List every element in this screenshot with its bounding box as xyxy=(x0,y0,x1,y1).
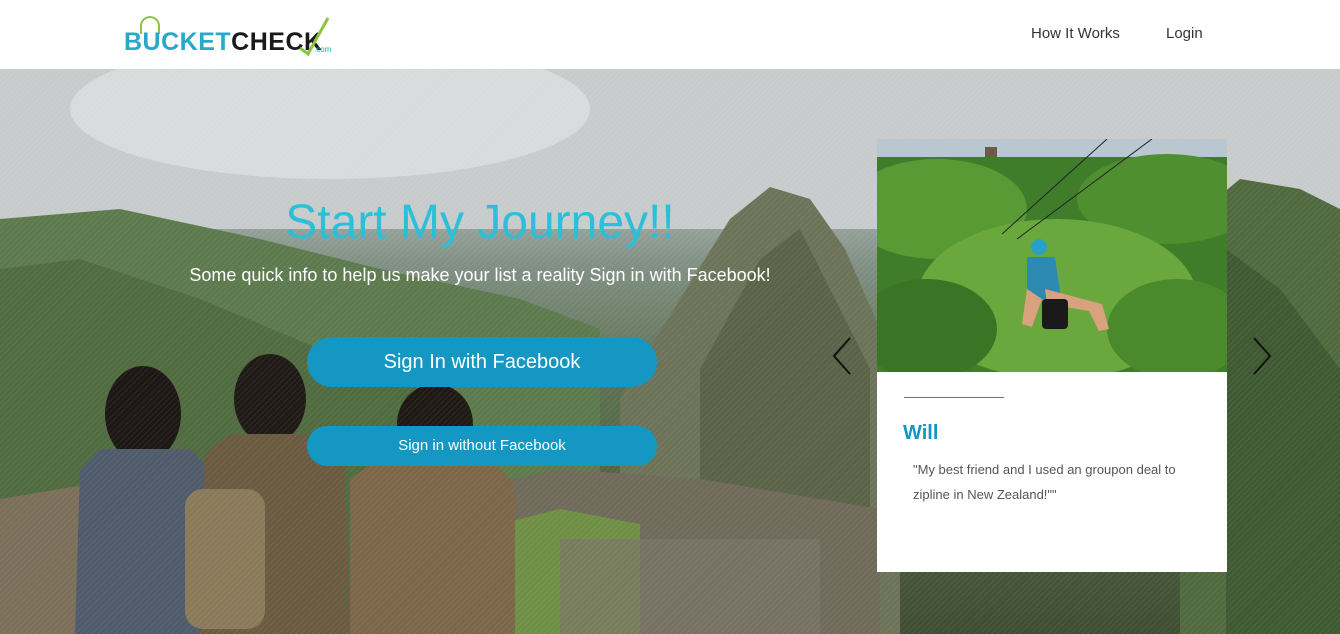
testimonial-name: Will xyxy=(903,422,939,444)
chevron-left-icon[interactable] xyxy=(830,334,854,378)
nav-how-it-works[interactable]: How It Works xyxy=(1031,25,1120,42)
logo-bucket-text: BUCKET xyxy=(124,28,232,56)
testimonial-card: Will "My best friend and I used an group… xyxy=(877,139,1227,572)
testimonial-photo xyxy=(877,139,1227,372)
chevron-right-icon[interactable] xyxy=(1250,334,1274,378)
zipline-photo-image xyxy=(877,139,1227,372)
testimonial-quote: "My best friend and I used an groupon de… xyxy=(913,462,1176,502)
nav-login[interactable]: Login xyxy=(1166,25,1203,42)
bucketcheck-logo[interactable]: BUCKETCHECK .com xyxy=(124,14,334,56)
logo-wordmark: BUCKETCHECK xyxy=(124,30,323,55)
top-bar: BUCKETCHECK .com How It Works Login xyxy=(0,0,1340,69)
sign-in-facebook-button[interactable]: Sign In with Facebook xyxy=(307,337,657,387)
page-title: Start My Journey!! xyxy=(285,196,675,249)
card-divider xyxy=(904,397,1004,398)
checkmark-icon xyxy=(299,17,330,56)
hero-subtitle: Some quick info to help us make your lis… xyxy=(189,265,771,285)
hero-banner: Start My Journey!! Some quick info to he… xyxy=(0,69,1340,634)
sign-in-without-facebook-button[interactable]: Sign in without Facebook xyxy=(307,426,657,466)
